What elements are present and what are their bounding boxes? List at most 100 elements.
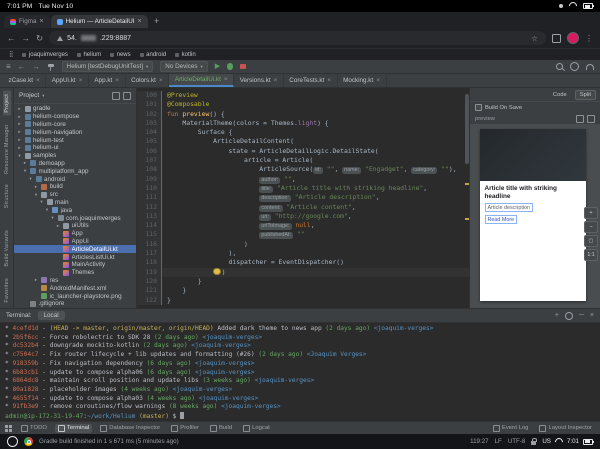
tree-arrow-icon[interactable]: ▸ bbox=[17, 129, 22, 135]
locate-file-icon[interactable] bbox=[112, 92, 120, 100]
close-icon[interactable]: × bbox=[79, 77, 83, 84]
editor-tab[interactable]: ArticleDetailUi.kt× bbox=[169, 74, 234, 87]
editor-tab[interactable]: Colors.kt× bbox=[126, 74, 170, 87]
zoom-button[interactable]: 1:1 bbox=[584, 249, 598, 261]
new-tab-button[interactable]: + bbox=[151, 15, 163, 27]
tree-item[interactable]: ▾com.joaquimverges bbox=[14, 214, 136, 222]
stripe-item-resource-manager[interactable]: Resource Manager bbox=[3, 121, 11, 177]
tree-item[interactable]: .gitignore bbox=[14, 300, 136, 308]
tool-window-button-logcat[interactable]: Logcat bbox=[240, 424, 273, 433]
launcher-icon[interactable] bbox=[7, 436, 18, 447]
close-icon[interactable]: × bbox=[590, 312, 594, 319]
tool-window-button-event-log[interactable]: Event Log bbox=[490, 424, 532, 433]
preview-rendered-card[interactable]: Article title with striking headline Art… bbox=[480, 129, 586, 301]
editor-tab[interactable]: Versions.kt× bbox=[234, 74, 284, 87]
close-icon[interactable]: × bbox=[327, 77, 331, 84]
tree-arrow-icon[interactable]: ▸ bbox=[17, 145, 22, 151]
tree-arrow-icon[interactable]: ▾ bbox=[23, 168, 28, 174]
bookmark-item[interactable]: kotlin bbox=[175, 52, 196, 58]
editor-tab[interactable]: AppUi.kt× bbox=[46, 74, 89, 87]
search-icon[interactable] bbox=[556, 63, 563, 70]
chrome-app-icon[interactable] bbox=[24, 437, 33, 446]
tool-window-button-layout-inspector[interactable]: Layout Inspector bbox=[536, 424, 595, 433]
tree-item[interactable]: ▾android bbox=[14, 175, 136, 183]
tree-item[interactable]: ArticlesListUi.kt bbox=[14, 253, 136, 261]
tree-item[interactable]: ▸helium-navigation bbox=[14, 128, 136, 136]
tree-item[interactable]: ▸res bbox=[14, 277, 136, 285]
tree-arrow-icon[interactable]: ▾ bbox=[39, 199, 44, 205]
tree-arrow-icon[interactable]: ▸ bbox=[17, 114, 22, 120]
tree-item[interactable]: ▸helium-core bbox=[14, 121, 136, 129]
read-more-button[interactable]: Read More bbox=[485, 215, 518, 224]
caret-position[interactable]: 119:27 bbox=[470, 438, 488, 445]
browser-tab[interactable]: Helium — ArticleDetailUI× bbox=[51, 15, 148, 28]
editor-tab[interactable]: CoreTests.kt× bbox=[284, 74, 338, 87]
tree-item[interactable]: Themes bbox=[14, 269, 136, 277]
mode-button-code[interactable]: Code bbox=[548, 90, 572, 100]
warning-stripe-mark[interactable] bbox=[465, 183, 469, 185]
bookmark-star-icon[interactable]: ☆ bbox=[531, 34, 538, 43]
zoom-button[interactable]: + bbox=[584, 207, 598, 219]
mode-button-split[interactable]: Split bbox=[575, 90, 596, 100]
tree-item[interactable]: ▾src bbox=[14, 191, 136, 199]
window-switcher-icon[interactable] bbox=[5, 425, 12, 432]
tool-window-button-terminal[interactable]: Terminal bbox=[55, 424, 92, 433]
back-button[interactable]: ← bbox=[7, 34, 16, 43]
ide-menu-icon[interactable]: ≡ bbox=[6, 62, 11, 71]
editor-tab[interactable]: Mocking.kt× bbox=[338, 74, 387, 87]
tree-arrow-icon[interactable]: ▾ bbox=[50, 215, 55, 221]
profile-avatar[interactable] bbox=[567, 32, 579, 44]
code-editor[interactable]: 100@Preview101@Composable102fun preview(… bbox=[137, 88, 469, 308]
debug-button[interactable] bbox=[227, 63, 233, 70]
close-icon[interactable]: × bbox=[159, 77, 163, 84]
stripe-item-favorites[interactable]: Favorites bbox=[3, 275, 11, 305]
close-icon[interactable]: × bbox=[224, 76, 228, 83]
close-icon[interactable]: × bbox=[376, 77, 380, 84]
scrollbar-thumb[interactable] bbox=[465, 94, 469, 164]
bookmark-item[interactable]: news bbox=[110, 52, 131, 58]
line-separator[interactable]: LF bbox=[495, 438, 502, 445]
browser-tab[interactable]: Figma× bbox=[4, 15, 50, 28]
tree-arrow-icon[interactable]: ▸ bbox=[34, 277, 39, 283]
pin-icon[interactable] bbox=[576, 115, 584, 123]
tree-item[interactable]: ▸helium-compose bbox=[14, 113, 136, 121]
stripe-item-build-variants[interactable]: Build Variants bbox=[3, 227, 11, 270]
readonly-lock-icon[interactable] bbox=[531, 441, 536, 445]
tree-item[interactable]: App bbox=[14, 230, 136, 238]
terminal-tab-local[interactable]: Local bbox=[38, 311, 65, 320]
tree-arrow-icon[interactable]: ▸ bbox=[17, 137, 22, 143]
terminal-output[interactable]: * 4cefd1d - (HEAD -> master, origin/mast… bbox=[0, 323, 600, 421]
maximize-icon[interactable] bbox=[587, 115, 595, 123]
stop-button[interactable] bbox=[240, 64, 246, 70]
tree-arrow-icon[interactable]: ▸ bbox=[17, 121, 22, 127]
tree-arrow-icon[interactable]: ▸ bbox=[56, 223, 61, 229]
build-on-save-checkbox[interactable] bbox=[475, 104, 482, 111]
device-select[interactable]: No Devices ▾ bbox=[160, 61, 208, 72]
editor-tab[interactable]: zCase.kt× bbox=[3, 74, 46, 87]
notifications-bell-icon[interactable] bbox=[586, 64, 594, 70]
not-secure-icon[interactable] bbox=[57, 36, 63, 41]
tree-arrow-icon[interactable]: ▾ bbox=[28, 176, 33, 182]
system-tray[interactable]: US 7:01 bbox=[542, 438, 593, 446]
tree-item[interactable]: ArticleDetailUi.kt bbox=[14, 245, 136, 253]
tree-arrow-icon[interactable]: ▸ bbox=[34, 184, 39, 190]
tree-arrow-icon[interactable]: ▾ bbox=[34, 192, 39, 198]
tree-item[interactable]: ic_launcher-playstore.png bbox=[14, 292, 136, 300]
shell-prompt[interactable]: admin@ip-172-31-19-47:~/work/Helium (mas… bbox=[5, 412, 595, 421]
preview-canvas[interactable]: Article title with striking headline Art… bbox=[470, 124, 600, 308]
tree-arrow-icon[interactable]: ▸ bbox=[17, 106, 22, 112]
project-panel-header[interactable]: Project ▾ bbox=[14, 88, 136, 104]
share-icon[interactable] bbox=[552, 34, 561, 43]
tree-arrow-icon[interactable]: ▸ bbox=[23, 160, 28, 166]
bookmark-item[interactable]: helium bbox=[77, 52, 101, 58]
tree-item[interactable]: ▸uiUtils bbox=[14, 222, 136, 230]
apps-grid-icon[interactable]: ⣿ bbox=[9, 52, 13, 58]
tree-arrow-icon[interactable]: ▾ bbox=[45, 207, 50, 213]
close-icon[interactable]: × bbox=[115, 77, 119, 84]
tree-item[interactable]: AndroidManifest.xml bbox=[14, 284, 136, 292]
zoom-button[interactable]: − bbox=[584, 221, 598, 233]
tree-item[interactable]: ▸helium-test bbox=[14, 136, 136, 144]
close-icon[interactable]: × bbox=[274, 77, 278, 84]
tree-item[interactable]: ▸build bbox=[14, 183, 136, 191]
tree-item[interactable]: ▾java bbox=[14, 206, 136, 214]
